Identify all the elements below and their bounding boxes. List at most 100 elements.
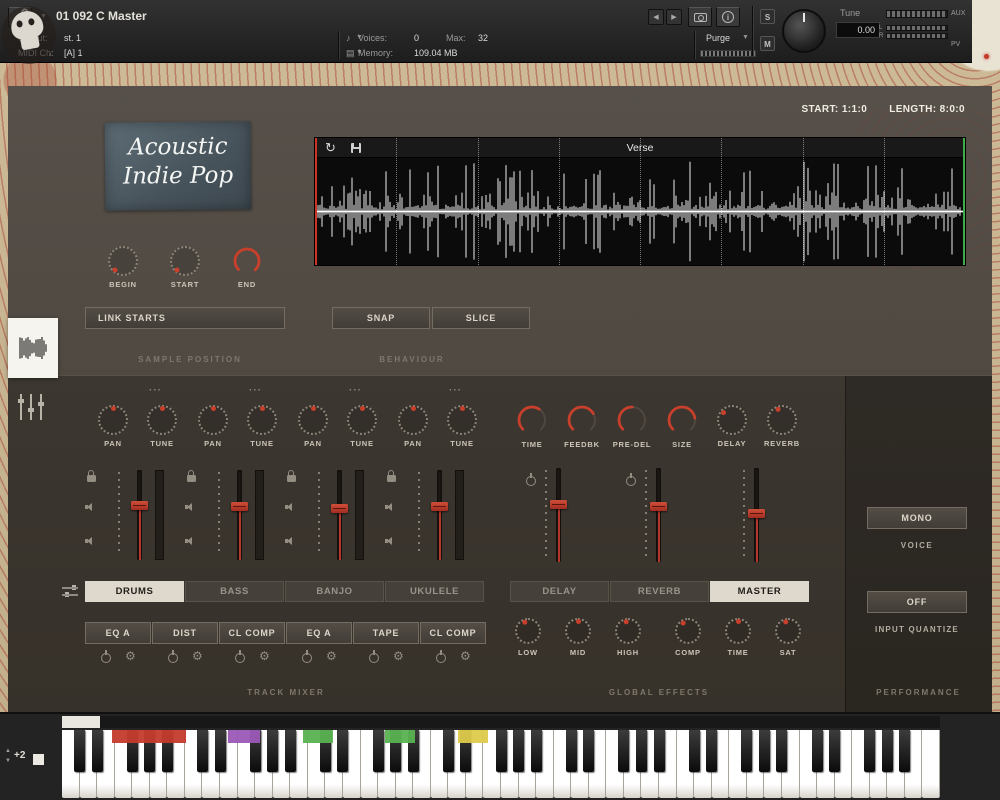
- slice-marker[interactable]: [803, 138, 804, 265]
- link-starts-button[interactable]: LINK STARTS: [85, 307, 285, 329]
- fader-handle[interactable]: [231, 502, 248, 511]
- fx-slot-tape[interactable]: TAPE: [353, 622, 419, 644]
- black-key[interactable]: [654, 730, 665, 772]
- black-key[interactable]: [215, 730, 226, 772]
- waveform-display[interactable]: Verse ↻: [315, 138, 965, 265]
- save-icon[interactable]: [351, 143, 361, 153]
- mute-speaker-icon[interactable]: [285, 501, 296, 512]
- quantize-off-button[interactable]: OFF: [867, 591, 967, 613]
- channel-menu[interactable]: ···: [149, 385, 162, 396]
- region-end-edge[interactable]: [963, 138, 965, 265]
- knob-mid[interactable]: [565, 618, 591, 644]
- fx-edit-gear-icon[interactable]: ⚙: [125, 650, 136, 662]
- channel-menu[interactable]: ···: [349, 385, 362, 396]
- black-key[interactable]: [92, 730, 103, 772]
- midi-value[interactable]: [A] 1: [64, 48, 83, 58]
- knob-end[interactable]: [232, 246, 262, 276]
- black-key[interactable]: [197, 730, 208, 772]
- mute-button[interactable]: M: [760, 36, 775, 51]
- channel-fader[interactable]: [431, 470, 448, 560]
- fx-edit-gear-icon[interactable]: ⚙: [192, 650, 203, 662]
- knob-pan[interactable]: [98, 405, 128, 435]
- channel-menu[interactable]: ···: [249, 385, 262, 396]
- knob-pan[interactable]: [398, 405, 428, 435]
- mute-speaker-icon[interactable]: [85, 501, 96, 512]
- channel-fader[interactable]: [231, 470, 248, 560]
- knob-pan[interactable]: [198, 405, 228, 435]
- channel-fader[interactable]: [331, 470, 348, 560]
- lock-icon[interactable]: [387, 475, 396, 482]
- fx-power-button[interactable]: [302, 653, 312, 663]
- mute-speaker-icon[interactable]: [185, 501, 196, 512]
- fx-edit-gear-icon[interactable]: ⚙: [393, 650, 404, 662]
- slice-marker[interactable]: [640, 138, 641, 265]
- knob-comp[interactable]: [675, 618, 701, 644]
- octave-down-icon[interactable]: ▼: [5, 758, 11, 764]
- slice-marker[interactable]: [884, 138, 885, 265]
- fx-edit-gear-icon[interactable]: ⚙: [259, 650, 270, 662]
- slice-button[interactable]: SLICE: [432, 307, 530, 329]
- slice-marker[interactable]: [559, 138, 560, 265]
- black-key[interactable]: [267, 730, 278, 772]
- slice-marker[interactable]: [396, 138, 397, 265]
- knob-low[interactable]: [515, 618, 541, 644]
- lock-icon[interactable]: [187, 475, 196, 482]
- track-tab-banjo[interactable]: BANJO: [285, 581, 384, 602]
- black-key[interactable]: [566, 730, 577, 772]
- knob-high[interactable]: [615, 618, 641, 644]
- tab-mixer-page[interactable]: [17, 394, 45, 420]
- fx-slot-eq-a[interactable]: EQ A: [286, 622, 352, 644]
- black-key[interactable]: [812, 730, 823, 772]
- black-key[interactable]: [443, 730, 454, 772]
- power-button[interactable]: [626, 476, 636, 486]
- region-start-edge[interactable]: [315, 138, 317, 265]
- send-fader[interactable]: [550, 468, 567, 562]
- fx-power-button[interactable]: [168, 653, 178, 663]
- fader-handle[interactable]: [650, 502, 667, 511]
- bus-tab-reverb[interactable]: REVERB: [610, 581, 709, 602]
- output-value[interactable]: st. 1: [64, 33, 81, 43]
- fx-power-button[interactable]: [101, 653, 111, 663]
- tune-value[interactable]: 0.00: [836, 22, 880, 38]
- volume-speaker-icon[interactable]: [85, 535, 96, 546]
- knob-tune[interactable]: [147, 405, 177, 435]
- knob-start[interactable]: [170, 246, 200, 276]
- master-tune-knob[interactable]: [782, 9, 826, 53]
- fader-handle[interactable]: [131, 501, 148, 510]
- knob-time[interactable]: [516, 404, 548, 436]
- black-key[interactable]: [899, 730, 910, 772]
- fx-slot-cl-comp[interactable]: CL COMP: [420, 622, 486, 644]
- black-key[interactable]: [636, 730, 647, 772]
- knob-tune[interactable]: [447, 405, 477, 435]
- black-key[interactable]: [373, 730, 384, 772]
- knob-time[interactable]: [725, 618, 751, 644]
- octave-up-icon[interactable]: ▲: [5, 748, 11, 754]
- channel-menu[interactable]: ···: [449, 385, 462, 396]
- black-key[interactable]: [285, 730, 296, 772]
- knob-begin[interactable]: [108, 246, 138, 276]
- knob-reverb[interactable]: [767, 405, 797, 435]
- solo-button[interactable]: S: [760, 9, 775, 24]
- black-key[interactable]: [829, 730, 840, 772]
- purge-dropdown-icon[interactable]: ▼: [742, 34, 749, 41]
- fader-handle[interactable]: [550, 500, 567, 509]
- power-button[interactable]: [526, 476, 536, 486]
- black-key[interactable]: [706, 730, 717, 772]
- fx-power-button[interactable]: [235, 653, 245, 663]
- black-key[interactable]: [531, 730, 542, 772]
- slice-marker[interactable]: [721, 138, 722, 265]
- track-tab-drums[interactable]: DRUMS: [85, 581, 184, 602]
- fx-slot-eq-a[interactable]: EQ A: [85, 622, 151, 644]
- bus-tab-delay[interactable]: DELAY: [510, 581, 609, 602]
- snapshot-camera-button[interactable]: [688, 7, 712, 27]
- volume-speaker-icon[interactable]: [385, 535, 396, 546]
- bus-tab-master[interactable]: MASTER: [710, 581, 809, 602]
- send-fader[interactable]: [748, 468, 765, 562]
- black-key[interactable]: [882, 730, 893, 772]
- info-button[interactable]: i: [716, 7, 740, 27]
- reload-icon[interactable]: ↻: [325, 138, 336, 158]
- send-fader[interactable]: [650, 468, 667, 562]
- knob-tune[interactable]: [347, 405, 377, 435]
- knob-pan[interactable]: [298, 405, 328, 435]
- knob-size[interactable]: [666, 404, 698, 436]
